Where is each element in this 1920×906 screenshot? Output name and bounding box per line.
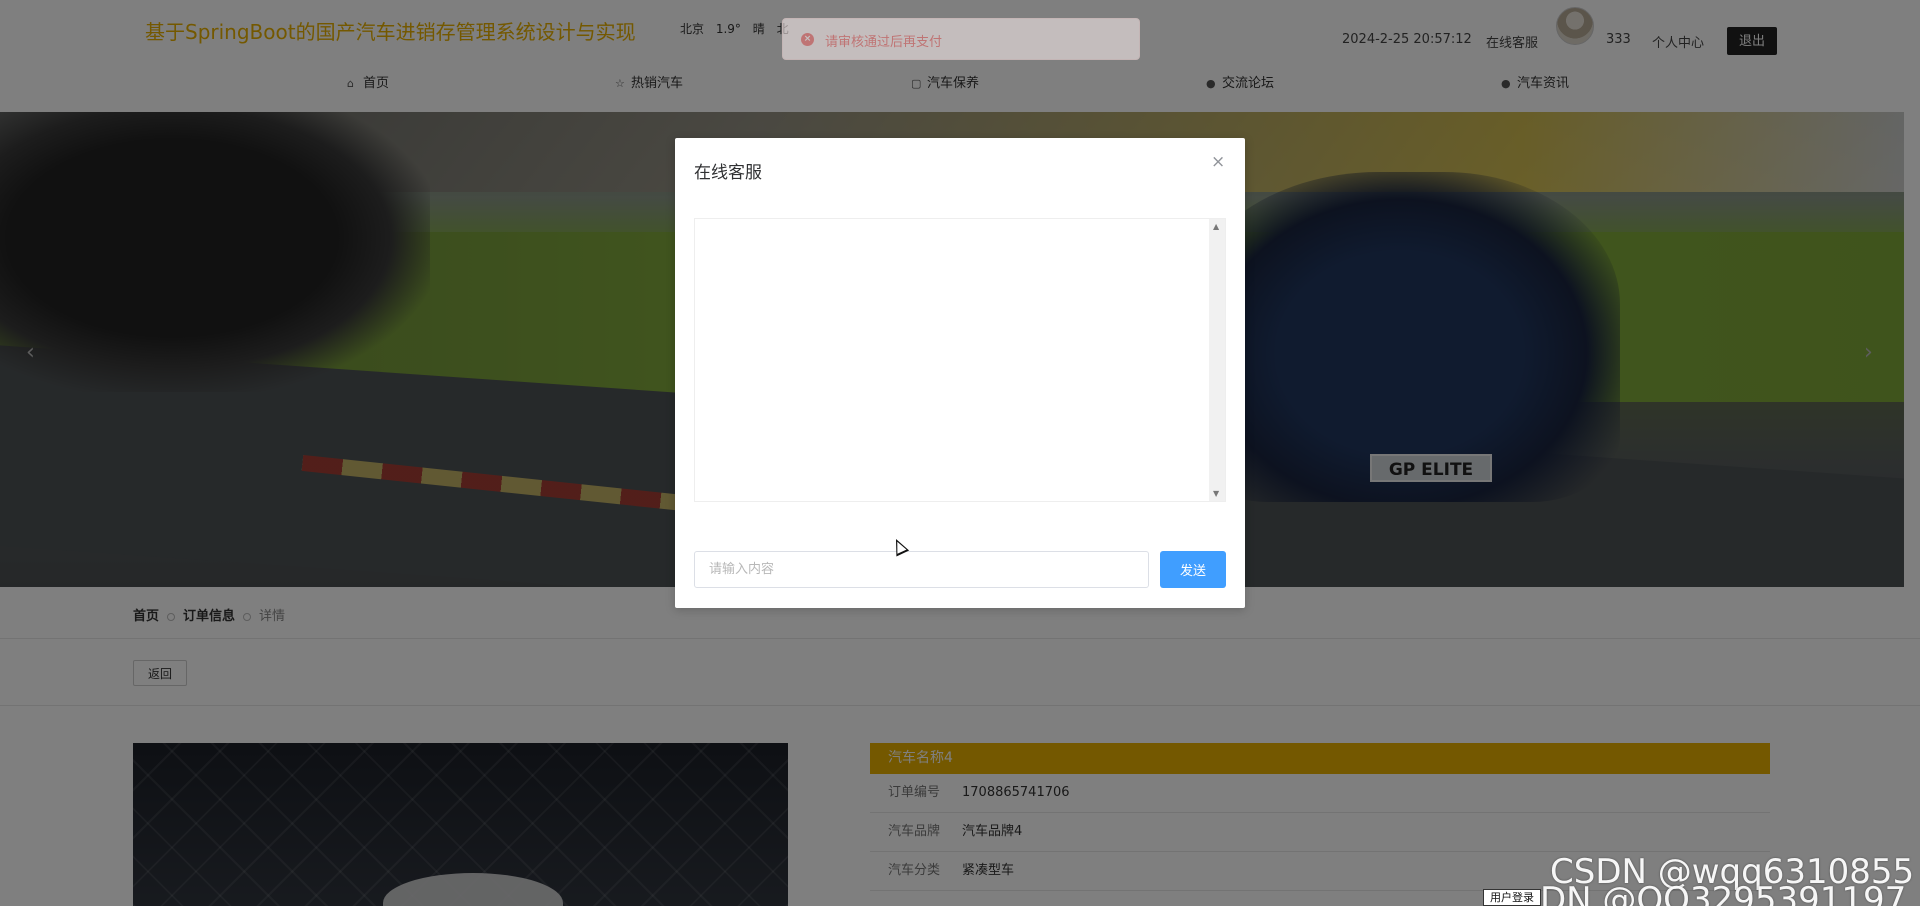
- send-button[interactable]: 发送: [1160, 551, 1226, 588]
- scroll-up-icon[interactable]: ▲: [1213, 222, 1219, 231]
- message-input[interactable]: [694, 551, 1149, 588]
- user-login-tag[interactable]: 用户登录: [1483, 889, 1541, 906]
- close-icon[interactable]: ×: [1211, 154, 1225, 171]
- error-toast: × 请审核通过后再支付: [782, 18, 1140, 60]
- watermark-line-2: DN @QQ3295391197: [1540, 880, 1907, 906]
- error-icon: ×: [801, 33, 814, 46]
- chat-history[interactable]: ▲ ▼: [694, 218, 1226, 502]
- scroll-down-icon[interactable]: ▼: [1213, 489, 1219, 498]
- error-toast-message: 请审核通过后再支付: [825, 35, 943, 50]
- customer-service-dialog: 在线客服 × ▲ ▼ 发送: [675, 138, 1245, 608]
- dialog-title: 在线客服: [694, 163, 762, 183]
- chat-scrollbar[interactable]: ▲ ▼: [1209, 219, 1225, 501]
